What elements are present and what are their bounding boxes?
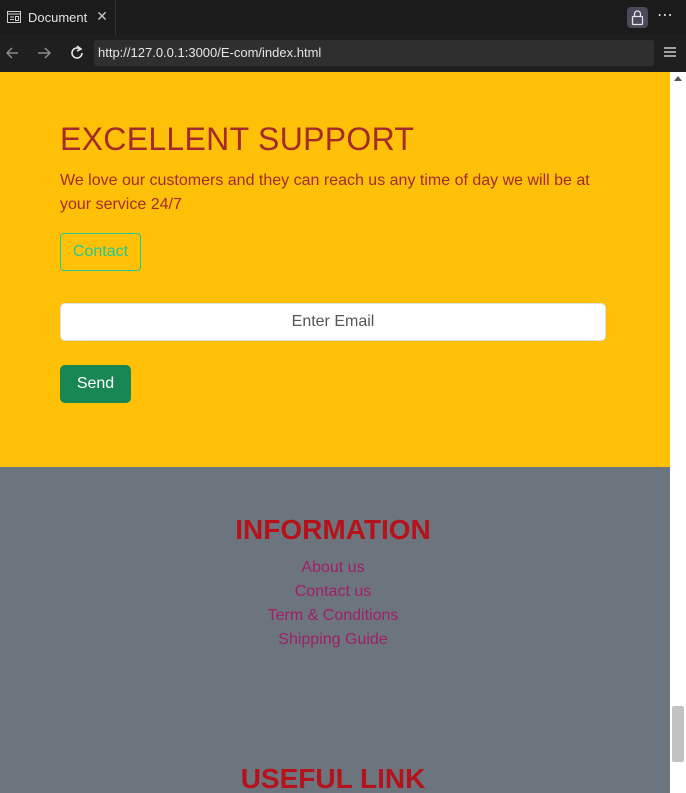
support-title: EXCELLENT SUPPORT: [60, 121, 415, 157]
send-button[interactable]: Send: [60, 365, 131, 403]
lock-icon: [631, 10, 644, 26]
more-options-icon[interactable]: ⋯: [655, 7, 675, 28]
support-section: EXCELLENT SUPPORT We love our customers …: [0, 72, 670, 467]
link-contact-us[interactable]: Contact us: [0, 580, 666, 604]
footer-section: INFORMATION About us Contact us Term & C…: [0, 467, 670, 793]
link-about-us[interactable]: About us: [0, 556, 666, 580]
vertical-scrollbar[interactable]: [670, 72, 686, 793]
tab-document[interactable]: Document ✕: [0, 0, 116, 35]
link-shipping-guide[interactable]: Shipping Guide: [0, 628, 666, 652]
forward-arrow-icon[interactable]: [34, 43, 54, 63]
tab-bar: Document ✕ ⋯: [0, 0, 686, 35]
page-viewport: EXCELLENT SUPPORT We love our customers …: [0, 72, 670, 793]
navigation-bar: http://127.0.0.1:3000/E-com/index.html: [0, 35, 686, 72]
information-links: About us Contact us Term & Conditions Sh…: [0, 556, 666, 652]
useful-link-heading: USEFUL LINK: [240, 763, 426, 793]
email-input[interactable]: [60, 303, 606, 341]
contact-button[interactable]: Contact: [60, 233, 141, 271]
tab-title: Document: [28, 10, 88, 25]
address-bar[interactable]: http://127.0.0.1:3000/E-com/index.html: [94, 40, 654, 66]
close-icon[interactable]: ✕: [94, 8, 110, 24]
menu-icon[interactable]: [662, 44, 678, 60]
url-text: http://127.0.0.1:3000/E-com/index.html: [98, 45, 322, 60]
scrollbar-thumb[interactable]: [672, 706, 684, 762]
lock-button[interactable]: [627, 7, 648, 28]
scroll-up-arrow-icon[interactable]: [674, 76, 682, 81]
back-arrow-icon[interactable]: [3, 43, 23, 63]
information-heading: INFORMATION: [235, 514, 431, 545]
document-icon: [7, 11, 21, 23]
link-terms-conditions[interactable]: Term & Conditions: [0, 604, 666, 628]
support-description: We love our customers and they can reach…: [60, 172, 590, 213]
reload-icon[interactable]: [67, 43, 87, 63]
